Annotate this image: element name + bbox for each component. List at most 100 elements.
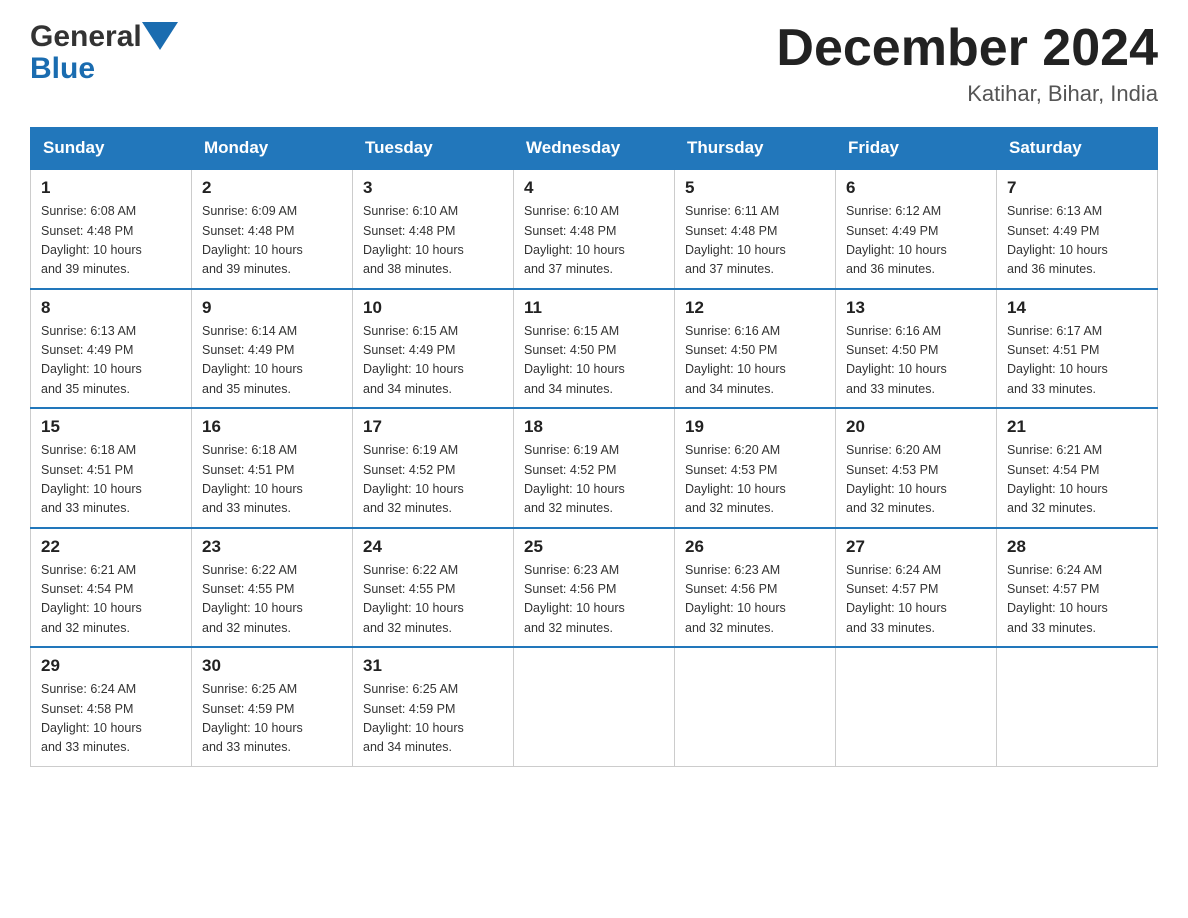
day-info: Sunrise: 6:20 AMSunset: 4:53 PMDaylight:… [685, 441, 825, 519]
day-number: 19 [685, 417, 825, 437]
calendar-cell: 30 Sunrise: 6:25 AMSunset: 4:59 PMDaylig… [192, 647, 353, 766]
calendar-cell: 28 Sunrise: 6:24 AMSunset: 4:57 PMDaylig… [997, 528, 1158, 648]
day-number: 7 [1007, 178, 1147, 198]
day-info: Sunrise: 6:21 AMSunset: 4:54 PMDaylight:… [1007, 441, 1147, 519]
day-info: Sunrise: 6:14 AMSunset: 4:49 PMDaylight:… [202, 322, 342, 400]
day-number: 16 [202, 417, 342, 437]
day-header-monday: Monday [192, 128, 353, 170]
day-info: Sunrise: 6:24 AMSunset: 4:57 PMDaylight:… [846, 561, 986, 639]
calendar-cell [514, 647, 675, 766]
calendar-week-row: 22 Sunrise: 6:21 AMSunset: 4:54 PMDaylig… [31, 528, 1158, 648]
day-info: Sunrise: 6:16 AMSunset: 4:50 PMDaylight:… [685, 322, 825, 400]
calendar-table: SundayMondayTuesdayWednesdayThursdayFrid… [30, 127, 1158, 767]
title-section: December 2024 Katihar, Bihar, India [776, 20, 1158, 107]
day-info: Sunrise: 6:25 AMSunset: 4:59 PMDaylight:… [202, 680, 342, 758]
day-info: Sunrise: 6:24 AMSunset: 4:57 PMDaylight:… [1007, 561, 1147, 639]
day-number: 11 [524, 298, 664, 318]
calendar-cell: 25 Sunrise: 6:23 AMSunset: 4:56 PMDaylig… [514, 528, 675, 648]
day-header-saturday: Saturday [997, 128, 1158, 170]
day-header-sunday: Sunday [31, 128, 192, 170]
day-number: 15 [41, 417, 181, 437]
day-info: Sunrise: 6:23 AMSunset: 4:56 PMDaylight:… [685, 561, 825, 639]
logo-arrow-icon [142, 22, 178, 54]
calendar-cell: 20 Sunrise: 6:20 AMSunset: 4:53 PMDaylig… [836, 408, 997, 528]
day-number: 4 [524, 178, 664, 198]
calendar-cell [997, 647, 1158, 766]
page-header: General Blue December 2024 Katihar, Biha… [30, 20, 1158, 107]
calendar-cell: 27 Sunrise: 6:24 AMSunset: 4:57 PMDaylig… [836, 528, 997, 648]
day-info: Sunrise: 6:22 AMSunset: 4:55 PMDaylight:… [363, 561, 503, 639]
day-info: Sunrise: 6:20 AMSunset: 4:53 PMDaylight:… [846, 441, 986, 519]
day-info: Sunrise: 6:13 AMSunset: 4:49 PMDaylight:… [1007, 202, 1147, 280]
day-info: Sunrise: 6:12 AMSunset: 4:49 PMDaylight:… [846, 202, 986, 280]
day-number: 13 [846, 298, 986, 318]
calendar-cell: 2 Sunrise: 6:09 AMSunset: 4:48 PMDayligh… [192, 169, 353, 289]
day-info: Sunrise: 6:09 AMSunset: 4:48 PMDaylight:… [202, 202, 342, 280]
day-number: 14 [1007, 298, 1147, 318]
day-info: Sunrise: 6:16 AMSunset: 4:50 PMDaylight:… [846, 322, 986, 400]
calendar-week-row: 1 Sunrise: 6:08 AMSunset: 4:48 PMDayligh… [31, 169, 1158, 289]
day-number: 6 [846, 178, 986, 198]
day-info: Sunrise: 6:25 AMSunset: 4:59 PMDaylight:… [363, 680, 503, 758]
calendar-cell: 6 Sunrise: 6:12 AMSunset: 4:49 PMDayligh… [836, 169, 997, 289]
day-number: 27 [846, 537, 986, 557]
day-number: 26 [685, 537, 825, 557]
day-number: 17 [363, 417, 503, 437]
calendar-cell: 3 Sunrise: 6:10 AMSunset: 4:48 PMDayligh… [353, 169, 514, 289]
day-info: Sunrise: 6:10 AMSunset: 4:48 PMDaylight:… [363, 202, 503, 280]
calendar-cell: 19 Sunrise: 6:20 AMSunset: 4:53 PMDaylig… [675, 408, 836, 528]
day-number: 5 [685, 178, 825, 198]
day-number: 31 [363, 656, 503, 676]
calendar-cell: 24 Sunrise: 6:22 AMSunset: 4:55 PMDaylig… [353, 528, 514, 648]
day-number: 20 [846, 417, 986, 437]
day-info: Sunrise: 6:19 AMSunset: 4:52 PMDaylight:… [524, 441, 664, 519]
month-title: December 2024 [776, 20, 1158, 77]
location-subtitle: Katihar, Bihar, India [776, 81, 1158, 107]
calendar-cell: 11 Sunrise: 6:15 AMSunset: 4:50 PMDaylig… [514, 289, 675, 409]
day-number: 1 [41, 178, 181, 198]
day-info: Sunrise: 6:23 AMSunset: 4:56 PMDaylight:… [524, 561, 664, 639]
day-info: Sunrise: 6:10 AMSunset: 4:48 PMDaylight:… [524, 202, 664, 280]
day-number: 9 [202, 298, 342, 318]
day-info: Sunrise: 6:22 AMSunset: 4:55 PMDaylight:… [202, 561, 342, 639]
calendar-cell: 13 Sunrise: 6:16 AMSunset: 4:50 PMDaylig… [836, 289, 997, 409]
day-info: Sunrise: 6:17 AMSunset: 4:51 PMDaylight:… [1007, 322, 1147, 400]
day-info: Sunrise: 6:19 AMSunset: 4:52 PMDaylight:… [363, 441, 503, 519]
day-number: 22 [41, 537, 181, 557]
calendar-cell: 10 Sunrise: 6:15 AMSunset: 4:49 PMDaylig… [353, 289, 514, 409]
day-info: Sunrise: 6:15 AMSunset: 4:49 PMDaylight:… [363, 322, 503, 400]
day-info: Sunrise: 6:24 AMSunset: 4:58 PMDaylight:… [41, 680, 181, 758]
day-number: 18 [524, 417, 664, 437]
day-info: Sunrise: 6:15 AMSunset: 4:50 PMDaylight:… [524, 322, 664, 400]
day-number: 28 [1007, 537, 1147, 557]
day-number: 24 [363, 537, 503, 557]
calendar-cell: 22 Sunrise: 6:21 AMSunset: 4:54 PMDaylig… [31, 528, 192, 648]
day-number: 30 [202, 656, 342, 676]
day-number: 12 [685, 298, 825, 318]
day-info: Sunrise: 6:18 AMSunset: 4:51 PMDaylight:… [202, 441, 342, 519]
calendar-cell: 16 Sunrise: 6:18 AMSunset: 4:51 PMDaylig… [192, 408, 353, 528]
calendar-cell: 1 Sunrise: 6:08 AMSunset: 4:48 PMDayligh… [31, 169, 192, 289]
calendar-cell: 15 Sunrise: 6:18 AMSunset: 4:51 PMDaylig… [31, 408, 192, 528]
day-header-wednesday: Wednesday [514, 128, 675, 170]
calendar-week-row: 8 Sunrise: 6:13 AMSunset: 4:49 PMDayligh… [31, 289, 1158, 409]
calendar-week-row: 15 Sunrise: 6:18 AMSunset: 4:51 PMDaylig… [31, 408, 1158, 528]
day-number: 21 [1007, 417, 1147, 437]
logo: General Blue [30, 20, 178, 86]
calendar-cell: 5 Sunrise: 6:11 AMSunset: 4:48 PMDayligh… [675, 169, 836, 289]
calendar-header-row: SundayMondayTuesdayWednesdayThursdayFrid… [31, 128, 1158, 170]
day-number: 23 [202, 537, 342, 557]
calendar-cell: 9 Sunrise: 6:14 AMSunset: 4:49 PMDayligh… [192, 289, 353, 409]
day-number: 10 [363, 298, 503, 318]
calendar-week-row: 29 Sunrise: 6:24 AMSunset: 4:58 PMDaylig… [31, 647, 1158, 766]
calendar-cell: 18 Sunrise: 6:19 AMSunset: 4:52 PMDaylig… [514, 408, 675, 528]
calendar-cell: 26 Sunrise: 6:23 AMSunset: 4:56 PMDaylig… [675, 528, 836, 648]
day-info: Sunrise: 6:08 AMSunset: 4:48 PMDaylight:… [41, 202, 181, 280]
day-number: 2 [202, 178, 342, 198]
day-number: 8 [41, 298, 181, 318]
calendar-cell: 17 Sunrise: 6:19 AMSunset: 4:52 PMDaylig… [353, 408, 514, 528]
calendar-cell: 21 Sunrise: 6:21 AMSunset: 4:54 PMDaylig… [997, 408, 1158, 528]
logo-general: General [30, 20, 142, 54]
calendar-cell: 29 Sunrise: 6:24 AMSunset: 4:58 PMDaylig… [31, 647, 192, 766]
day-header-thursday: Thursday [675, 128, 836, 170]
